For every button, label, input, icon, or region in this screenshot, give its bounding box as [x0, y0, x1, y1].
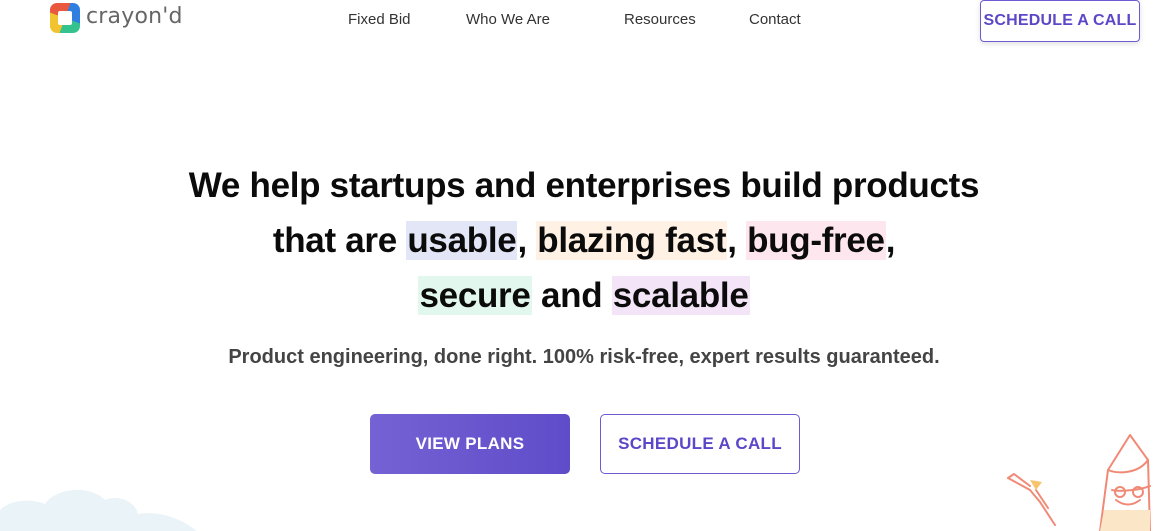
schedule-call-button[interactable]: SCHEDULE A CALL [600, 414, 800, 474]
logo-link[interactable]: crayon'd [50, 3, 183, 33]
nav-item-fixed-bid[interactable]: Fixed Bid [348, 11, 411, 28]
crayond-logo-icon [50, 3, 80, 33]
and-text: and [531, 276, 612, 315]
crayon-mascot-illustration [1007, 434, 1151, 531]
highlight-usable: usable [406, 221, 518, 260]
comma: , [727, 221, 747, 260]
comma: , [517, 221, 537, 260]
highlight-scalable: scalable [611, 276, 750, 315]
comma: , [885, 221, 896, 260]
highlight-secure: secure [418, 276, 532, 315]
cloud-illustration [0, 489, 197, 531]
highlight-blazing-fast: blazing fast [536, 221, 728, 260]
nav-item-who-we-are[interactable]: Who We Are [466, 11, 550, 28]
nav-item-resources[interactable]: Resources [624, 11, 696, 28]
hero-line-1: We help startups and enterprises build p… [188, 166, 980, 205]
nav-item-contact[interactable]: Contact [749, 11, 801, 28]
highlight-bug-free: bug-free [746, 221, 886, 260]
hero-line-2-prefix: that are [272, 221, 407, 260]
hero-subtitle: Product engineering, done right. 100% ri… [228, 346, 940, 368]
view-plans-button[interactable]: VIEW PLANS [370, 414, 570, 474]
logo-text: crayon'd [86, 3, 183, 29]
header-schedule-call-button[interactable]: SCHEDULE A CALL [980, 0, 1140, 42]
hero-headline: We help startups and enterprises build p… [0, 158, 1156, 323]
